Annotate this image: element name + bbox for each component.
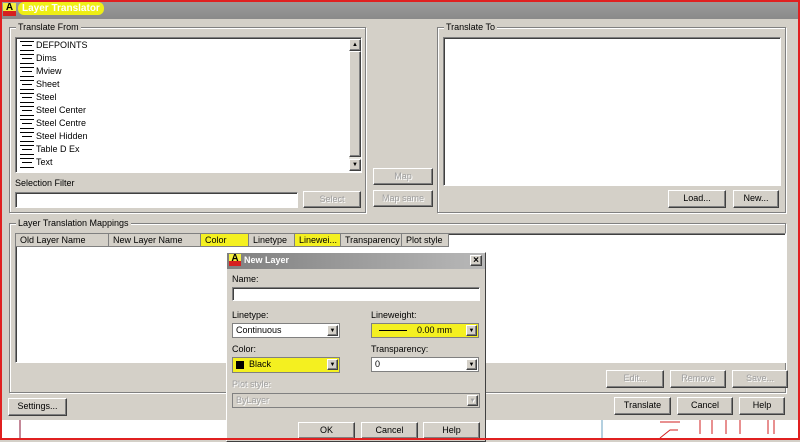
lineweight-line-icon <box>379 330 407 332</box>
column-header[interactable]: New Layer Name <box>109 234 201 247</box>
dialog-title: New Layer <box>244 255 290 265</box>
settings-button[interactable]: Settings... <box>8 398 67 416</box>
layer-name: Sheet <box>36 79 60 89</box>
edit-button[interactable]: Edit... <box>606 370 664 388</box>
list-item[interactable]: Table D Ex <box>16 143 361 156</box>
plot-style-select[interactable]: ByLayer ▼ <box>232 393 480 408</box>
layer-name: Dims <box>36 53 57 63</box>
transparency-value: 0 <box>375 359 381 369</box>
dialog-help-button[interactable]: Help <box>423 422 480 439</box>
linetype-value: Continuous <box>236 325 282 335</box>
column-header[interactable]: Linetype <box>249 234 295 247</box>
layer-name: DEFPOINTS <box>36 40 88 50</box>
load-button[interactable]: Load... <box>668 190 726 208</box>
translate-to-list[interactable] <box>443 37 781 186</box>
name-input[interactable] <box>232 287 480 301</box>
app-icon: A <box>3 3 16 16</box>
column-header[interactable]: Linewei... <box>295 234 341 247</box>
save-button[interactable]: Save... <box>732 370 788 388</box>
new-button[interactable]: New... <box>733 190 779 208</box>
layer-stack-icon <box>20 79 34 90</box>
layer-stack-icon <box>20 92 34 103</box>
list-item[interactable]: Text <box>16 156 361 169</box>
linetype-select[interactable]: Continuous ▼ <box>232 323 340 338</box>
layer-stack-icon <box>20 118 34 129</box>
layer-name: Mview <box>36 66 62 76</box>
translate-from-label: Translate From <box>16 22 81 32</box>
app-icon: A <box>229 254 241 266</box>
layer-name: Steel Hidden <box>36 131 88 141</box>
name-label: Name: <box>232 274 259 284</box>
map-button[interactable]: Map <box>373 168 433 185</box>
list-item[interactable]: Steel Hidden <box>16 130 361 143</box>
color-select[interactable]: Black ▼ <box>232 357 340 373</box>
close-icon[interactable]: × <box>470 255 482 266</box>
scroll-down-button[interactable]: ▼ <box>349 159 361 171</box>
table-header: Old Layer Name New Layer Name Color Linetyp… <box>16 234 785 247</box>
transparency-label: Transparency: <box>371 344 429 354</box>
plot-style-value: ByLayer <box>236 395 270 405</box>
color-label: Color: <box>232 344 257 354</box>
dialog-title-bar: A New Layer × <box>227 253 485 269</box>
scroll-up-button[interactable]: ▲ <box>349 39 361 51</box>
layer-stack-icon <box>20 105 34 116</box>
map-same-button[interactable]: Map same <box>373 190 433 207</box>
list-item[interactable]: Dims <box>16 52 361 65</box>
mappings-label: Layer Translation Mappings <box>16 218 131 228</box>
column-header[interactable]: Transparency <box>341 234 402 247</box>
list-item[interactable]: Steel Center <box>16 104 361 117</box>
dialog-cancel-button[interactable]: Cancel <box>361 422 418 439</box>
cancel-button[interactable]: Cancel <box>677 397 733 415</box>
layer-name: Table D Ex <box>36 144 80 154</box>
scroll-thumb[interactable] <box>349 51 361 157</box>
column-header[interactable]: Color <box>201 234 249 247</box>
title-bar: A Layer Translator <box>0 0 800 19</box>
layer-stack-icon <box>20 157 34 168</box>
chevron-down-icon[interactable]: ▼ <box>327 325 338 336</box>
layer-name: Steel <box>36 92 57 102</box>
list-item[interactable]: Mview <box>16 65 361 78</box>
help-button[interactable]: Help <box>739 397 785 415</box>
list-item[interactable]: Steel <box>16 91 361 104</box>
translate-button[interactable]: Translate <box>614 397 671 415</box>
selection-filter-label: Selection Filter <box>15 178 75 188</box>
remove-button[interactable]: Remove <box>670 370 726 388</box>
color-swatch <box>236 360 244 369</box>
layer-name: Steel Center <box>36 105 87 115</box>
color-value: Black <box>249 359 272 369</box>
select-button[interactable]: Select <box>303 191 361 208</box>
list-item[interactable]: Steel Centre <box>16 117 361 130</box>
column-header[interactable]: Plot style <box>402 234 449 247</box>
linetype-label: Linetype: <box>232 310 269 320</box>
lineweight-value: 0.00 mm <box>417 325 453 335</box>
layer-stack-icon <box>20 66 34 77</box>
layer-stack-icon <box>20 144 34 155</box>
ok-button[interactable]: OK <box>298 422 355 439</box>
scrollbar[interactable]: ▲ ▼ <box>349 39 361 171</box>
layer-stack-icon <box>20 131 34 142</box>
window-title: Layer Translator <box>18 2 104 15</box>
plot-style-label: Plot style: <box>232 379 272 389</box>
column-header[interactable]: Old Layer Name <box>16 234 109 247</box>
list-item[interactable]: Sheet <box>16 78 361 91</box>
translate-from-list[interactable]: DEFPOINTS Dims Mview Sheet Steel Steel Center… <box>15 37 362 173</box>
layer-name: Text <box>36 157 53 167</box>
chevron-down-icon[interactable]: ▼ <box>466 359 477 370</box>
lineweight-select[interactable]: 0.00 mm ▼ <box>371 323 479 338</box>
layer-stack-icon <box>20 53 34 64</box>
layer-stack-icon <box>20 40 34 51</box>
chevron-down-icon[interactable]: ▼ <box>466 325 477 336</box>
transparency-select[interactable]: 0 ▼ <box>371 357 479 372</box>
lineweight-label: Lineweight: <box>371 310 417 320</box>
chevron-down-icon[interactable]: ▼ <box>327 359 338 370</box>
selection-filter-input[interactable] <box>15 192 298 208</box>
layer-name: Steel Centre <box>36 118 87 128</box>
translate-to-label: Translate To <box>444 22 498 32</box>
list-item[interactable]: DEFPOINTS <box>16 39 361 52</box>
new-layer-dialog: A New Layer × Name: Linetype: Continuous… <box>226 252 486 442</box>
chevron-down-icon[interactable]: ▼ <box>467 395 478 406</box>
